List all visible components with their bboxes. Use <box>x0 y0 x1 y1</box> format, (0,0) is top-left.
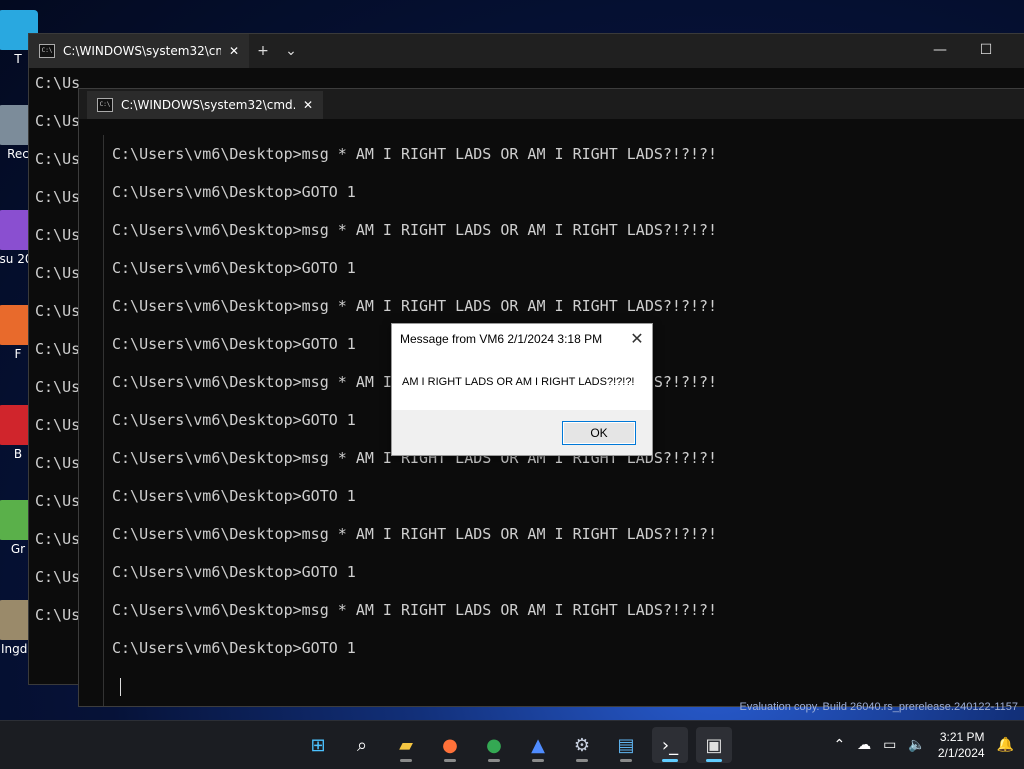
app-blue-glyph: ▲ <box>531 734 545 756</box>
tab-cmd-front[interactable]: C:\ C:\WINDOWS\system32\cmd. ✕ <box>87 91 323 119</box>
terminal-line: C:\Users\vm6\Desktop>GOTO 1 <box>112 563 356 581</box>
terminal-line: C:\Us <box>35 530 81 548</box>
chrome-icon[interactable]: ● <box>476 727 512 763</box>
terminal-line: C:\Us <box>35 112 81 130</box>
file-explorer-glyph: ▰ <box>399 734 413 756</box>
terminal-line: C:\Us <box>35 302 81 320</box>
taskbar-apps: ⊞ ⌕ ▰ ● ● ▲ ⚙ ▤ ›_ ▣ <box>300 727 732 763</box>
tab-bar-front: C:\ C:\WINDOWS\system32\cmd. ✕ <box>79 89 1024 119</box>
notepad-icon[interactable]: ▤ <box>608 727 644 763</box>
settings-icon[interactable]: ⚙ <box>564 727 600 763</box>
terminal-line: C:\Us <box>35 568 81 586</box>
terminal-line: C:\Us <box>35 74 81 92</box>
tab-cmd[interactable]: C:\ C:\WINDOWS\system32\cmd. ✕ <box>29 34 249 68</box>
start-icon[interactable]: ⊞ <box>300 727 336 763</box>
close-tab-icon[interactable]: ✕ <box>229 44 239 58</box>
chrome-glyph: ● <box>486 734 502 756</box>
volume-icon[interactable]: 🔈 <box>908 737 925 753</box>
terminal-line: C:\Us <box>35 492 81 510</box>
terminal-line: C:\Us <box>35 606 81 624</box>
terminal-line: C:\Us <box>35 226 81 244</box>
app-window-icon[interactable]: ▣ <box>696 727 732 763</box>
ok-button[interactable]: OK <box>562 421 636 445</box>
terminal-output-back: C:\Us C:\Us C:\Us C:\Us C:\Us C:\Us C:\Us C:\Us… <box>35 74 80 644</box>
firefox-glyph: ● <box>442 734 458 756</box>
terminal-line: C:\Us <box>35 264 81 282</box>
terminal-line: C:\Us <box>35 378 81 396</box>
tab-bar: C:\ C:\WINDOWS\system32\cmd. ✕ + ⌄ — ☐ <box>29 34 1024 68</box>
prompt-cursor-line <box>104 667 1024 705</box>
date: 2/1/2024 <box>937 746 985 760</box>
bell-icon[interactable]: 🔔 <box>997 737 1014 753</box>
terminal-icon[interactable]: ›_ <box>652 727 688 763</box>
search-glyph: ⌕ <box>356 734 368 756</box>
new-tab-button[interactable]: + <box>249 43 277 59</box>
close-icon[interactable]: ✕ <box>622 329 652 349</box>
running-indicator <box>662 759 678 762</box>
terminal-line: C:\Users\vm6\Desktop>msg * AM I RIGHT LA… <box>112 297 718 315</box>
running-indicator <box>444 759 456 762</box>
terminal-line: C:\Users\vm6\Desktop>GOTO 1 <box>112 259 356 277</box>
dialog-message: AM I RIGHT LADS OR AM I RIGHT LADS?!?!?! <box>392 354 652 410</box>
maximize-button[interactable]: ☐ <box>963 34 1009 68</box>
notepad-glyph: ▤ <box>617 734 635 756</box>
running-indicator <box>576 759 588 762</box>
tab-title: C:\WINDOWS\system32\cmd. <box>63 44 221 58</box>
terminal-line: C:\Users\vm6\Desktop>msg * AM I RIGHT LA… <box>112 601 718 619</box>
terminal-line: C:\Us <box>35 416 81 434</box>
terminal-line: C:\Users\vm6\Desktop>GOTO 1 <box>112 487 356 505</box>
terminal-line: C:\Us <box>35 188 81 206</box>
cmd-icon: C:\ <box>39 44 55 58</box>
running-indicator <box>620 759 632 762</box>
terminal-line: C:\Users\vm6\Desktop>msg * AM I RIGHT LA… <box>112 221 718 239</box>
taskbar: ⊞ ⌕ ▰ ● ● ▲ ⚙ ▤ ›_ ▣ ⌃ ☁ ▭ 🔈 3:21 PM 2/1/2024 🔔 <box>0 720 1024 769</box>
terminal-line: C:\Us <box>35 454 81 472</box>
terminal-line: C:\Users\vm6\Desktop>msg * AM I RIGHT LA… <box>112 145 718 163</box>
start-glyph: ⊞ <box>310 734 326 756</box>
settings-glyph: ⚙ <box>573 734 591 756</box>
running-indicator <box>400 759 412 762</box>
app-window-glyph: ▣ <box>705 734 723 756</box>
app-blue-icon[interactable]: ▲ <box>520 727 556 763</box>
terminal-line: C:\Us <box>35 150 81 168</box>
cloud-off-icon[interactable]: ☁ <box>857 737 871 753</box>
terminal-line: C:\Users\vm6\Desktop>GOTO 1 <box>112 183 356 201</box>
tab-title: C:\WINDOWS\system32\cmd. <box>121 98 295 112</box>
time: 3:21 PM <box>939 730 985 744</box>
running-indicator <box>532 759 544 762</box>
dialog-title: Message from VM6 2/1/2024 3:18 PM <box>400 332 603 346</box>
terminal-line: C:\Us <box>35 340 81 358</box>
terminal-line: C:\Users\vm6\Desktop>msg * AM I RIGHT LA… <box>112 525 718 543</box>
close-tab-icon[interactable]: ✕ <box>303 98 313 112</box>
text-cursor <box>120 677 121 696</box>
cmd-icon: C:\ <box>97 98 113 112</box>
running-indicator <box>488 759 500 762</box>
system-tray: ⌃ ☁ ▭ 🔈 3:21 PM 2/1/2024 🔔 <box>833 721 1024 769</box>
network-icon[interactable]: ▭ <box>883 737 896 753</box>
terminal-line: C:\Users\vm6\Desktop>GOTO 1 <box>112 639 356 657</box>
minimize-button[interactable]: — <box>917 34 963 68</box>
clock[interactable]: 3:21 PM 2/1/2024 <box>938 729 985 761</box>
search-icon[interactable]: ⌕ <box>344 727 380 763</box>
firefox-icon[interactable]: ● <box>432 727 468 763</box>
file-explorer-icon[interactable]: ▰ <box>388 727 424 763</box>
evaluation-watermark: Evaluation copy. Build 26040.rs_prerelea… <box>739 701 1018 713</box>
message-dialog: Message from VM6 2/1/2024 3:18 PM ✕ AM I… <box>391 323 653 456</box>
tab-dropdown-icon[interactable]: ⌄ <box>277 43 305 59</box>
dialog-titlebar: Message from VM6 2/1/2024 3:18 PM ✕ <box>392 324 652 354</box>
chevron-up-icon[interactable]: ⌃ <box>833 737 845 753</box>
running-indicator <box>706 759 722 762</box>
terminal-glyph: ›_ <box>661 734 679 756</box>
